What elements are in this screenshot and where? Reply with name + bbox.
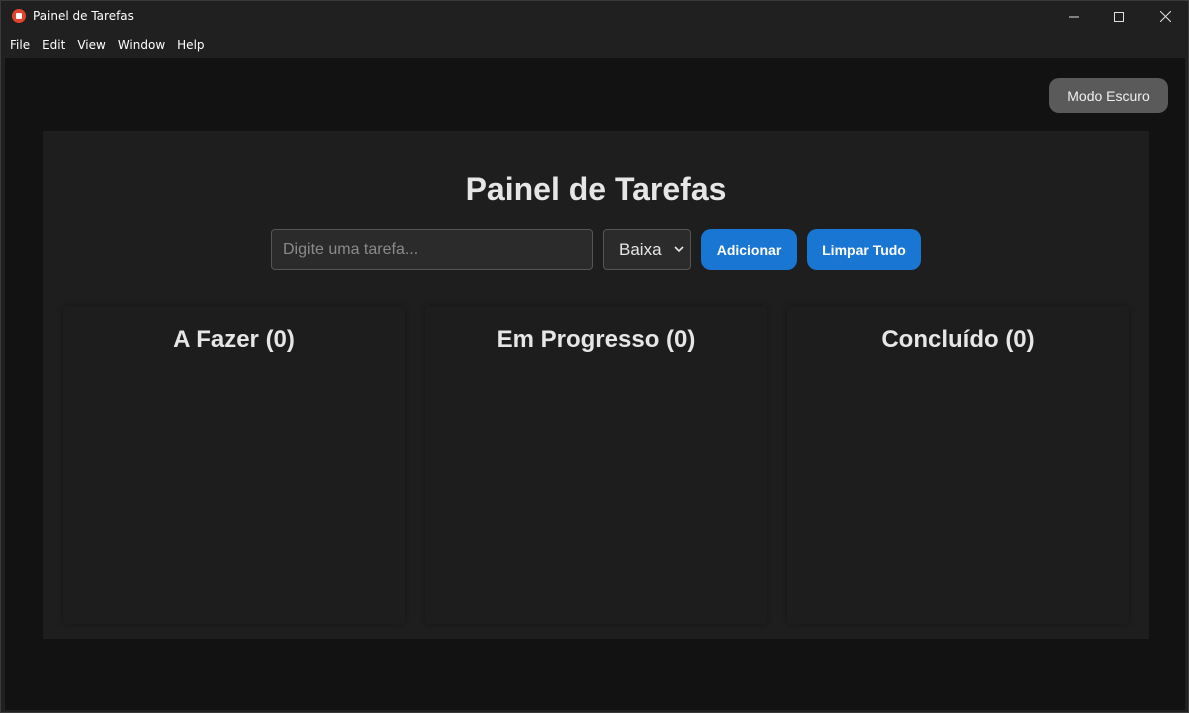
clear-all-button[interactable]: Limpar Tudo	[807, 229, 921, 270]
column-todo[interactable]: A Fazer (0)	[63, 306, 405, 624]
menu-bar: File Edit View Window Help	[1, 32, 1188, 57]
add-task-button[interactable]: Adicionar	[701, 229, 797, 270]
column-title-todo: A Fazer (0)	[173, 326, 295, 353]
menu-edit[interactable]: Edit	[42, 38, 65, 52]
title-bar: Painel de Tarefas	[1, 1, 1188, 32]
minimize-icon[interactable]	[1051, 1, 1097, 32]
window-title: Painel de Tarefas	[33, 9, 134, 23]
page-title: Painel de Tarefas	[465, 171, 727, 207]
app-window: Painel de Tarefas File Edit View Window …	[0, 0, 1189, 713]
column-in-progress[interactable]: Em Progresso (0)	[425, 306, 767, 624]
app-icon	[12, 9, 26, 23]
task-board-panel: Painel de Tarefas Baixa Adicionar Limpar…	[43, 131, 1149, 639]
column-title-in-progress: Em Progresso (0)	[496, 326, 696, 353]
dark-mode-toggle-button[interactable]: Modo Escuro	[1049, 78, 1168, 113]
chevron-down-icon	[674, 246, 684, 253]
priority-selected-value: Baixa	[619, 239, 662, 259]
app-content: Modo Escuro Painel de Tarefas Baixa Adic…	[5, 58, 1185, 710]
close-icon[interactable]	[1142, 1, 1188, 32]
task-input[interactable]	[271, 229, 593, 270]
column-title-done: Concluído (0)	[881, 326, 1035, 353]
priority-select[interactable]: Baixa	[603, 229, 691, 270]
menu-view[interactable]: View	[77, 38, 105, 52]
menu-help[interactable]: Help	[177, 38, 204, 52]
menu-window[interactable]: Window	[118, 38, 165, 52]
menu-file[interactable]: File	[10, 38, 30, 52]
maximize-icon[interactable]	[1096, 1, 1142, 32]
column-done[interactable]: Concluído (0)	[787, 306, 1129, 624]
